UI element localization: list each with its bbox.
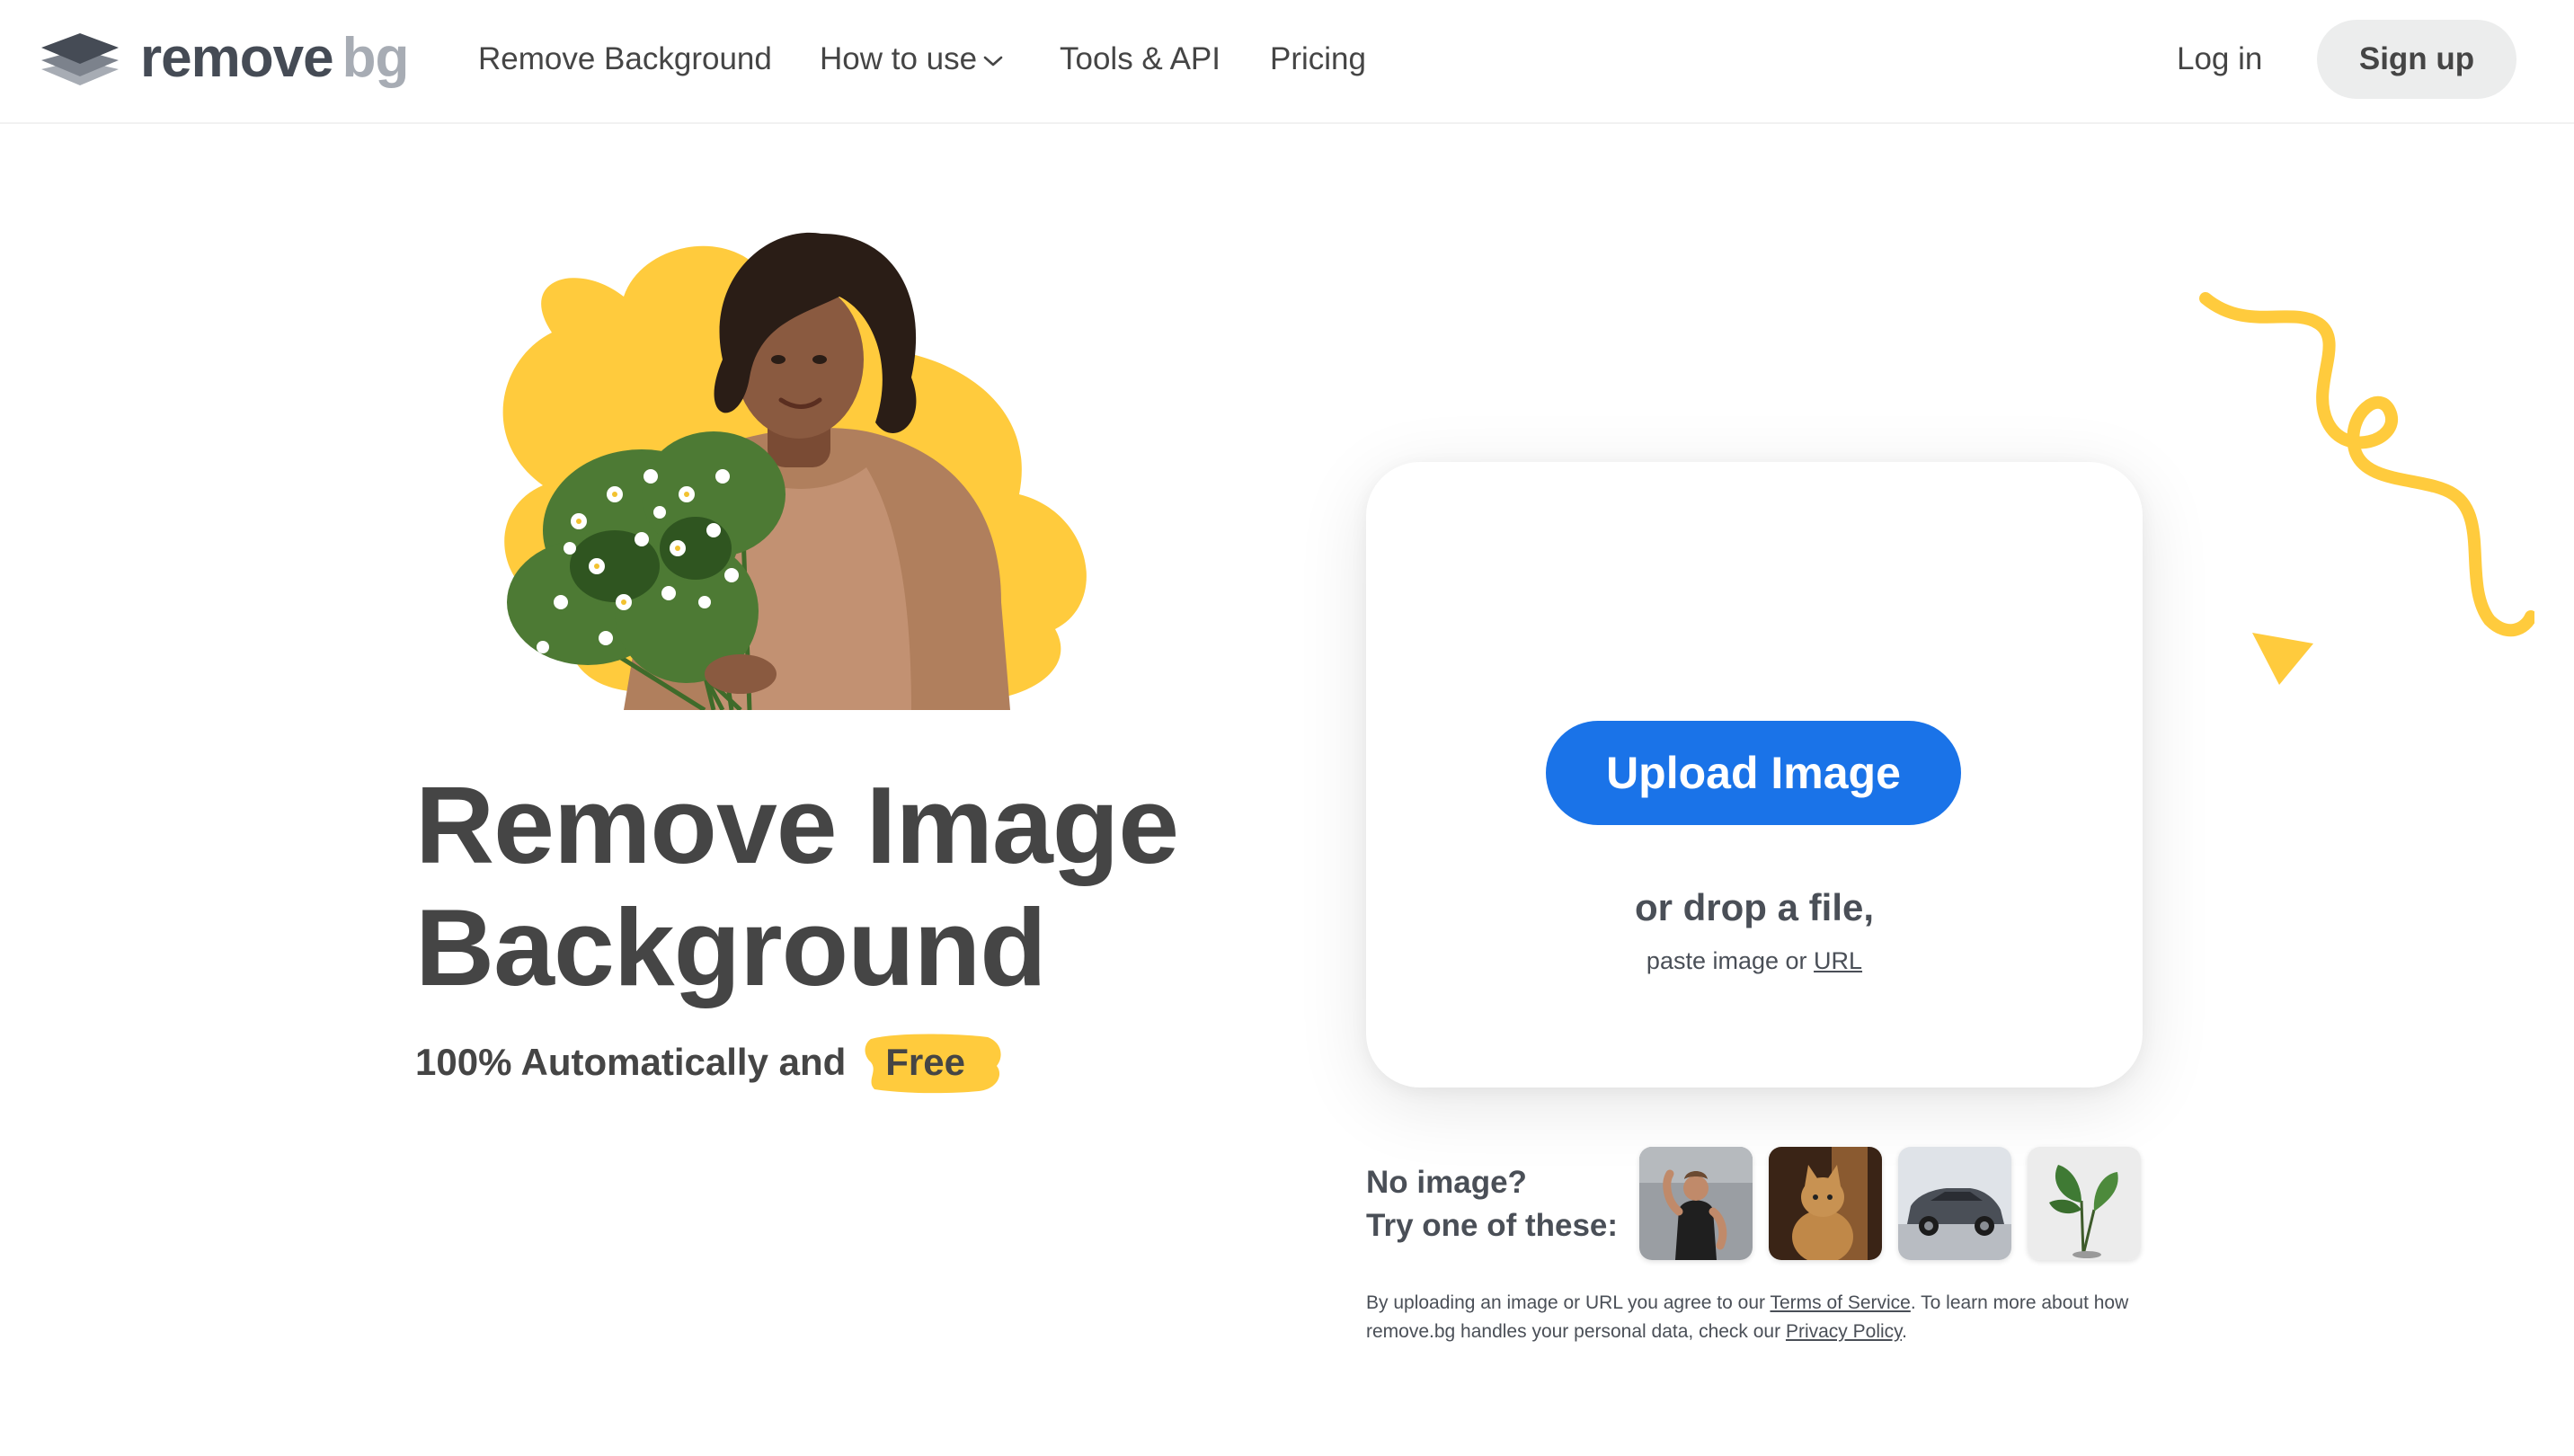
decorative-triangle	[2252, 633, 2313, 685]
terms-of-service-link[interactable]: Terms of Service	[1770, 1292, 1910, 1313]
title-line-2: Background	[415, 886, 1047, 1008]
logo-wordmark: remove bg	[140, 31, 409, 86]
sample-thumb-woman[interactable]	[1639, 1147, 1753, 1260]
sample-prompt-line-2: Try one of these:	[1366, 1208, 1619, 1243]
nav-how-to-use-label: How to use	[820, 41, 978, 76]
nav-tools-api[interactable]: Tools & API	[1060, 40, 1220, 79]
logo-word-remove: remove	[140, 27, 334, 89]
url-link[interactable]: URL	[1814, 947, 1862, 974]
privacy-policy-link[interactable]: Privacy Policy	[1786, 1321, 1902, 1342]
sample-thumb-cat[interactable]	[1769, 1147, 1882, 1260]
page: remove bg Remove Background How to use To…	[0, 0, 2574, 1456]
sample-thumb-car[interactable]	[1898, 1147, 2011, 1260]
free-text: Free	[885, 1041, 965, 1083]
upload-image-button[interactable]: Upload Image	[1546, 721, 1961, 825]
free-highlight: Free	[865, 1034, 1001, 1094]
paste-prefix: paste image or	[1646, 947, 1807, 974]
logo-icon	[41, 33, 119, 85]
top-nav: remove bg Remove Background How to use To…	[0, 0, 2574, 124]
chevron-down-icon	[983, 56, 1003, 67]
page-title: Remove Image Background	[415, 764, 1314, 1008]
signup-button[interactable]: Sign up	[2317, 20, 2516, 99]
decorative-squiggle	[2199, 292, 2534, 637]
legal-text-3: .	[1902, 1321, 1907, 1342]
nav-pricing[interactable]: Pricing	[1270, 40, 1366, 79]
sample-prompt: No image? Try one of these:	[1366, 1161, 1618, 1247]
sample-thumb-plant[interactable]	[2028, 1147, 2141, 1260]
paste-text: paste image or URL	[1366, 946, 2143, 976]
upload-card[interactable]: Upload Image or drop a file, paste image…	[1366, 462, 2143, 1088]
sample-prompt-line-1: No image?	[1366, 1165, 1527, 1200]
logo-word-bg: bg	[342, 27, 410, 89]
nav-remove-background[interactable]: Remove Background	[478, 40, 772, 79]
title-line-1: Remove Image	[415, 764, 1179, 886]
login-link[interactable]: Log in	[2177, 40, 2262, 79]
sample-thumbnails	[1639, 1147, 2141, 1260]
drop-file-text: or drop a file,	[1634, 886, 1875, 928]
hero-subtitle: 100% Automatically and Free	[415, 1034, 1001, 1094]
nav-how-to-use[interactable]: How to use	[820, 40, 1004, 79]
legal-text-1: By uploading an image or URL you agree t…	[1366, 1292, 1765, 1313]
legal-notice: By uploading an image or URL you agree t…	[1366, 1289, 2157, 1346]
logo[interactable]: remove bg	[40, 27, 409, 90]
hero-illustration	[502, 232, 1087, 710]
subtitle-text: 100% Automatically and	[415, 1041, 847, 1083]
